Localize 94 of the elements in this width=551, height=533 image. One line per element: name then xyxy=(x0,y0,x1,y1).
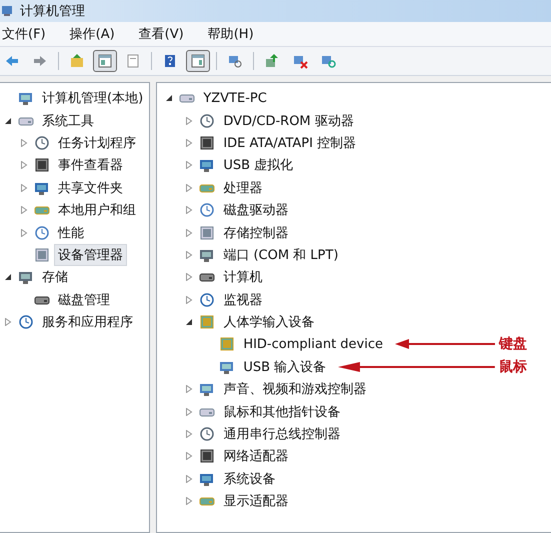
expand-arrow-icon[interactable] xyxy=(20,184,28,192)
folder-icon xyxy=(69,53,85,69)
device-icon xyxy=(199,157,216,174)
tree-item[interactable]: 系统工具 xyxy=(38,110,98,132)
tree-item[interactable]: 性能 xyxy=(54,222,88,244)
expand-arrow-icon[interactable] xyxy=(185,228,194,237)
expand-arrow-icon[interactable] xyxy=(185,250,194,259)
menu-item[interactable]: 查看(V) xyxy=(136,25,192,43)
collapse-arrow-icon[interactable] xyxy=(4,273,12,282)
tree-item[interactable]: 事件查看器 xyxy=(54,154,127,176)
expand-arrow-icon[interactable] xyxy=(185,116,194,125)
expand-arrow-icon[interactable] xyxy=(185,138,194,147)
tree-item[interactable]: USB 输入设备 xyxy=(239,356,330,378)
tree-item[interactable]: 存储 xyxy=(38,266,72,288)
tree-item[interactable]: 通用串行总线控制器 xyxy=(219,423,344,446)
window-title: 计算机管理 xyxy=(20,3,85,20)
tree-item-icon xyxy=(18,269,34,286)
monitor-x-icon xyxy=(292,53,308,69)
expand-arrow-icon[interactable] xyxy=(185,452,194,460)
tree-item[interactable]: 本地用户和组 xyxy=(54,199,140,222)
expand-arrow-icon[interactable] xyxy=(185,430,194,438)
menu-item[interactable]: 帮助(H) xyxy=(206,25,262,43)
tree-item[interactable]: 显示适配器 xyxy=(219,490,292,512)
expand-arrow-icon[interactable] xyxy=(185,474,194,483)
device-icon xyxy=(199,292,216,308)
tree-item-icon xyxy=(34,246,50,263)
tree-item[interactable]: 共享文件夹 xyxy=(54,176,127,199)
panel-button[interactable] xyxy=(186,50,210,72)
device-icon xyxy=(199,381,216,398)
tree-item-icon xyxy=(18,314,34,330)
tree-item[interactable]: 处理器 xyxy=(219,176,266,199)
device-icon xyxy=(219,336,236,352)
tree-item[interactable]: 磁盘驱动器 xyxy=(219,199,292,222)
expand-arrow-icon[interactable] xyxy=(185,385,194,394)
back-arrow-icon xyxy=(4,53,20,69)
tree-item[interactable]: DVD/CD-ROM 驱动器 xyxy=(219,110,358,132)
forward-arrow-icon xyxy=(32,53,48,69)
annotation-text: 键盘 xyxy=(499,335,527,354)
expand-arrow-icon[interactable] xyxy=(20,228,28,237)
panel-icon xyxy=(97,53,113,69)
device-icon xyxy=(199,426,216,442)
tree-item-icon xyxy=(18,90,34,106)
tree-item[interactable]: 存储控制器 xyxy=(219,222,292,244)
tree-item[interactable]: 计算机 xyxy=(219,266,266,288)
device-icon xyxy=(199,112,216,129)
help-icon xyxy=(162,53,178,69)
expand-arrow-icon[interactable] xyxy=(20,206,28,214)
annotation-text: 鼠标 xyxy=(499,358,527,376)
tree-item[interactable]: 系统设备 xyxy=(219,468,280,490)
tree-item[interactable]: 端口 (COM 和 LPT) xyxy=(219,244,342,266)
tree-item[interactable]: 声音、视频和游戏控制器 xyxy=(219,378,370,400)
app-icon xyxy=(2,5,14,17)
expand-arrow-icon[interactable] xyxy=(185,161,194,170)
device-icon xyxy=(199,314,216,330)
tree-item-icon xyxy=(34,134,50,151)
tree-item[interactable]: 网络适配器 xyxy=(219,445,292,468)
tree-item[interactable]: 任务计划程序 xyxy=(54,132,140,154)
monitor-refresh-icon xyxy=(320,53,336,69)
tree-item[interactable]: 服务和应用程序 xyxy=(38,311,137,334)
tree-item[interactable]: 设备管理器 xyxy=(54,244,127,266)
tree-item[interactable]: 人体学输入设备 xyxy=(219,311,318,334)
collapse-arrow-icon[interactable] xyxy=(4,116,12,125)
expand-arrow-icon[interactable] xyxy=(20,138,28,147)
expand-arrow-icon[interactable] xyxy=(20,161,28,170)
device-icon xyxy=(199,448,216,464)
panel-button[interactable] xyxy=(93,50,117,72)
tree-item[interactable]: 计算机管理(本地) xyxy=(38,87,148,110)
upload-icon xyxy=(264,53,280,69)
tree-item[interactable]: 监视器 xyxy=(219,288,266,311)
expand-arrow-icon[interactable] xyxy=(185,273,194,282)
page-icon xyxy=(125,53,141,69)
expand-arrow-icon[interactable] xyxy=(185,296,194,304)
tree-item[interactable]: USB 虚拟化 xyxy=(219,154,298,176)
tree-item-icon xyxy=(34,224,50,241)
collapse-arrow-icon[interactable] xyxy=(185,318,194,326)
tree-item[interactable]: IDE ATA/ATAPI 控制器 xyxy=(219,132,360,154)
expand-arrow-icon[interactable] xyxy=(185,497,194,506)
device-icon xyxy=(199,224,216,241)
monitor-icon xyxy=(227,53,243,69)
tree-item[interactable]: 磁盘管理 xyxy=(54,288,114,311)
device-icon xyxy=(199,202,216,218)
expand-arrow-icon[interactable] xyxy=(185,206,194,214)
collapse-arrow-icon[interactable] xyxy=(165,94,174,102)
tree-item-icon xyxy=(34,157,50,174)
tree-item[interactable]: YZVTE-PC xyxy=(199,88,271,108)
tree-item[interactable]: 鼠标和其他指针设备 xyxy=(219,400,344,423)
device-icon xyxy=(199,134,216,151)
expand-arrow-icon[interactable] xyxy=(4,318,12,326)
expand-arrow-icon[interactable] xyxy=(185,408,194,416)
expand-arrow-icon[interactable] xyxy=(185,184,194,192)
menu-item[interactable]: 操作(A) xyxy=(68,25,123,43)
tree-item[interactable]: HID-compliant device xyxy=(239,334,387,354)
menu-item[interactable]: 文件(F) xyxy=(0,25,54,43)
panel-icon xyxy=(190,53,206,69)
